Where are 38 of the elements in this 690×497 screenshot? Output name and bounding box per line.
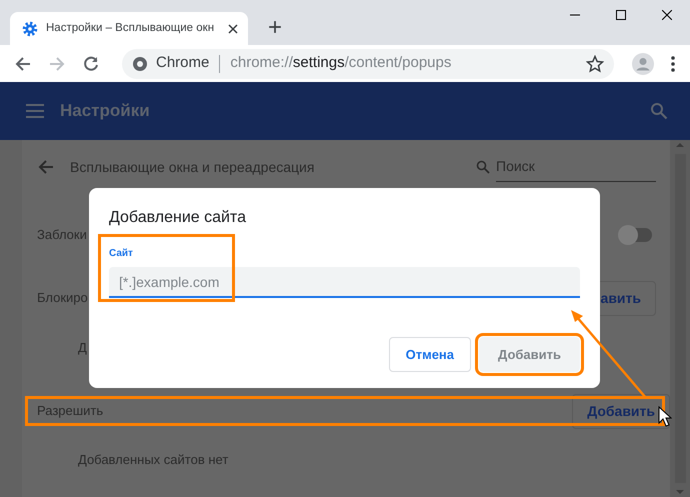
new-tab-button[interactable]: + — [264, 16, 286, 40]
scroll-down-icon — [675, 487, 685, 497]
scrollbar[interactable] — [670, 140, 690, 497]
maximize-icon — [616, 10, 626, 20]
address-bar[interactable]: Chrome chrome://settings/content/popups — [122, 48, 614, 78]
empty-message: Добавленных сайтов нет — [78, 451, 228, 470]
star-icon[interactable] — [586, 54, 604, 72]
gear-icon — [22, 20, 38, 36]
site-label: Chrome — [156, 53, 210, 74]
toggle-switch[interactable] — [620, 228, 652, 242]
tab-title: Настройки – Всплывающие окн — [46, 20, 216, 36]
cancel-button[interactable]: Отмена — [388, 336, 472, 372]
empty-message: Д — [78, 339, 87, 358]
search-icon[interactable] — [650, 102, 668, 120]
close-icon[interactable] — [228, 24, 238, 34]
menu-icon[interactable] — [26, 104, 44, 118]
reload-icon — [82, 54, 100, 72]
browser-tab[interactable]: Настройки – Всплывающие окн — [10, 12, 248, 45]
url-text: chrome://settings/content/popups — [230, 53, 452, 74]
back-arrow-icon — [14, 54, 32, 72]
row-label: Разрешить — [37, 402, 104, 420]
close-icon — [662, 10, 672, 20]
avatar-icon — [632, 52, 654, 74]
field-label: Сайт — [109, 247, 134, 261]
dialog-title: Добавление сайта — [109, 208, 247, 228]
cursor-icon — [658, 406, 672, 428]
globe-icon — [132, 56, 148, 72]
row-label: Заблоки — [37, 226, 87, 244]
kebab-menu-icon — [670, 54, 676, 72]
forward-arrow-icon — [48, 54, 66, 72]
search-field[interactable]: Поиск — [496, 152, 656, 182]
app-title: Настройки — [60, 100, 150, 122]
row-label: Блокиро — [37, 289, 88, 308]
site-input-field[interactable]: [*.]example.com — [109, 267, 580, 298]
back-arrow-icon[interactable] — [38, 159, 54, 175]
search-icon — [476, 160, 490, 174]
page-title: Всплывающие окна и переадресация — [70, 158, 314, 177]
minimize-icon — [570, 14, 580, 16]
